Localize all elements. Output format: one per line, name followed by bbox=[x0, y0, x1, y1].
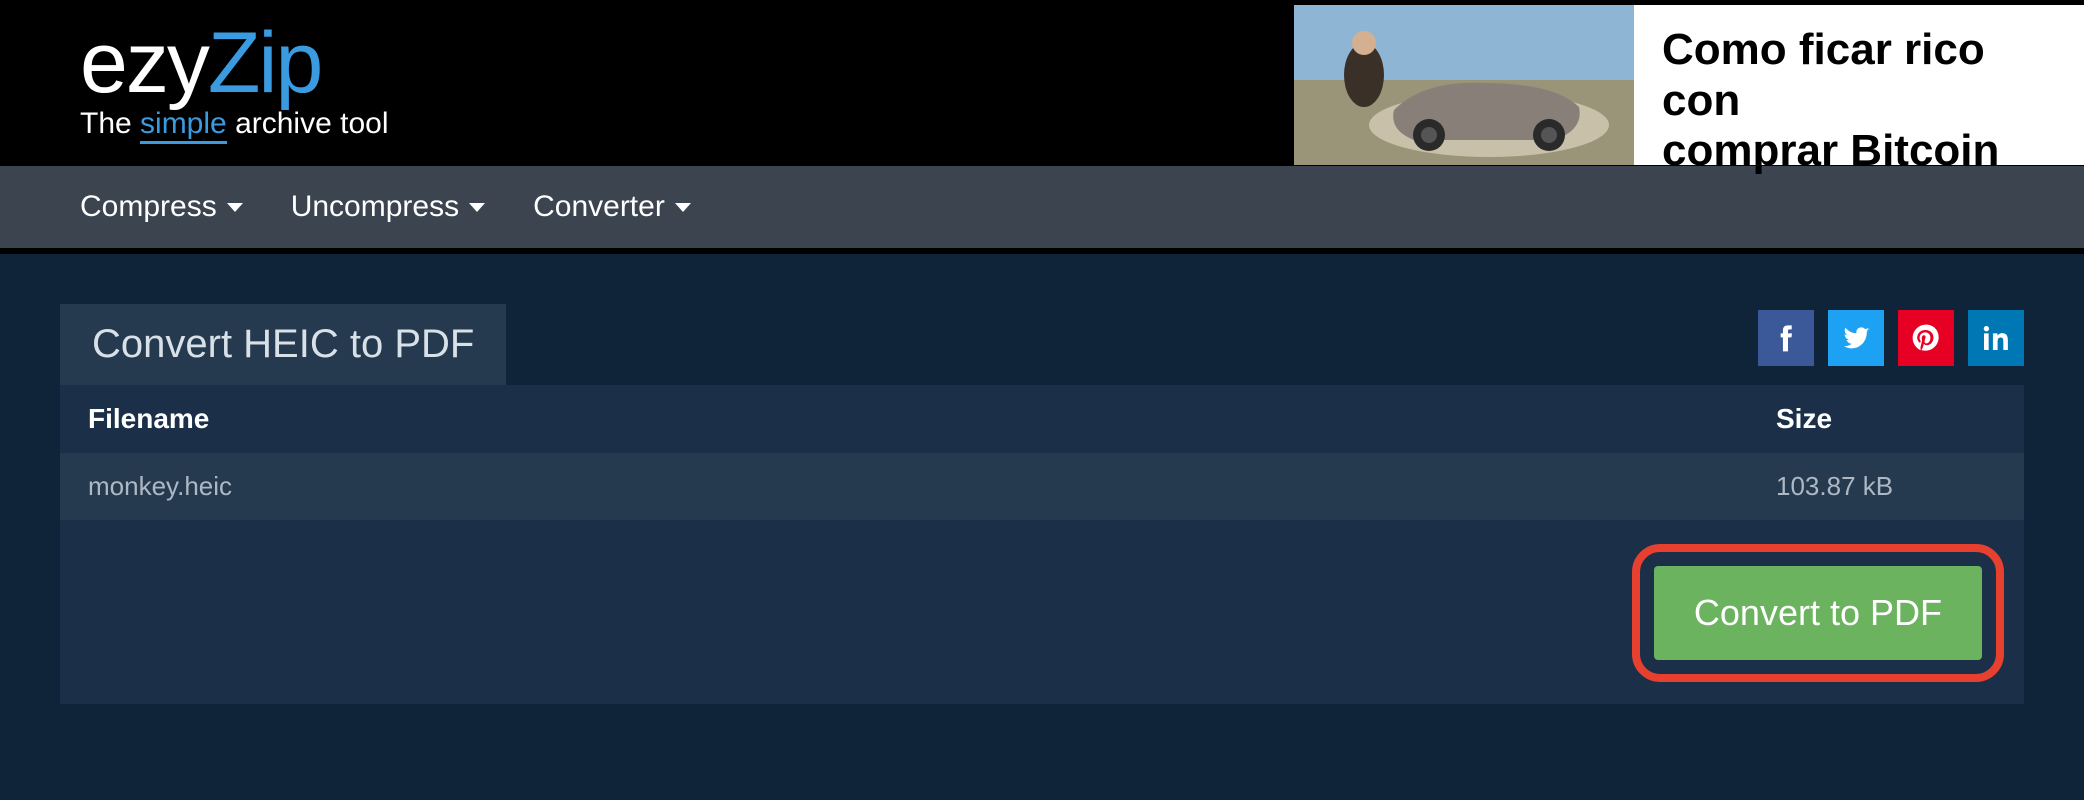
nav-converter[interactable]: Converter bbox=[533, 190, 691, 224]
title-row: Convert HEIC to PDF bbox=[60, 304, 2024, 385]
pinterest-icon bbox=[1910, 322, 1942, 354]
main-content: Convert HEIC to PDF Filename Size monkey… bbox=[0, 248, 2084, 800]
tagline-suffix: archive tool bbox=[227, 107, 389, 140]
header: ezyZip The simple archive tool AD Como f… bbox=[0, 0, 2084, 166]
table-row: monkey.heic 103.87 kB bbox=[60, 453, 2024, 520]
nav-uncompress-label: Uncompress bbox=[291, 190, 459, 224]
action-footer: Convert to PDF bbox=[60, 520, 2024, 704]
nav-compress[interactable]: Compress bbox=[80, 190, 243, 224]
tagline: The simple archive tool bbox=[80, 107, 388, 141]
convert-to-pdf-button[interactable]: Convert to PDF bbox=[1654, 566, 1982, 660]
table-header-filename: Filename bbox=[88, 403, 1776, 435]
cell-size: 103.87 kB bbox=[1776, 471, 1996, 502]
twitter-icon bbox=[1840, 322, 1872, 354]
ad-banner[interactable]: AD Como ficar rico con comprar Bitcoin bbox=[1294, 5, 2084, 165]
table-header-size: Size bbox=[1776, 403, 1996, 435]
file-table: Filename Size monkey.heic 103.87 kB Conv… bbox=[60, 385, 2024, 704]
share-twitter-button[interactable] bbox=[1828, 310, 1884, 366]
social-share-row bbox=[1758, 310, 2024, 366]
cell-filename: monkey.heic bbox=[88, 471, 1776, 502]
ad-text: Como ficar rico con comprar Bitcoin bbox=[1634, 5, 2084, 165]
ad-line1: Como ficar rico con bbox=[1662, 25, 2056, 126]
tagline-prefix: The bbox=[80, 107, 140, 140]
linkedin-icon bbox=[1980, 322, 2012, 354]
tagline-accent: simple bbox=[140, 107, 227, 144]
logo: ezyZip bbox=[80, 25, 388, 102]
navbar: Compress Uncompress Converter bbox=[0, 166, 2084, 248]
ad-line2: comprar Bitcoin bbox=[1662, 126, 2056, 177]
ad-image bbox=[1294, 5, 1634, 165]
page-title: Convert HEIC to PDF bbox=[60, 304, 506, 385]
nav-compress-label: Compress bbox=[80, 190, 217, 224]
logo-zip: Zip bbox=[208, 15, 321, 111]
convert-highlight: Convert to PDF bbox=[1632, 544, 2004, 682]
chevron-down-icon bbox=[469, 203, 485, 212]
nav-converter-label: Converter bbox=[533, 190, 665, 224]
chevron-down-icon bbox=[227, 203, 243, 212]
nav-uncompress[interactable]: Uncompress bbox=[291, 190, 485, 224]
share-linkedin-button[interactable] bbox=[1968, 310, 2024, 366]
facebook-icon bbox=[1770, 322, 1802, 354]
logo-block[interactable]: ezyZip The simple archive tool bbox=[80, 25, 388, 140]
chevron-down-icon bbox=[675, 203, 691, 212]
logo-ezy: ezy bbox=[80, 15, 208, 111]
share-facebook-button[interactable] bbox=[1758, 310, 1814, 366]
share-pinterest-button[interactable] bbox=[1898, 310, 1954, 366]
table-header: Filename Size bbox=[60, 385, 2024, 453]
